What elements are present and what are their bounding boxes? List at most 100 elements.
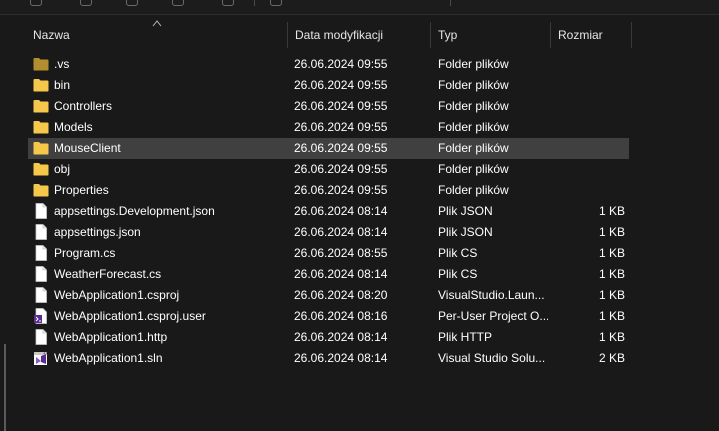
file-type: Folder plików	[438, 57, 509, 71]
file-icon	[33, 203, 49, 219]
toolbar-divider	[450, 0, 451, 6]
column-header-date-label: Data modyfikacji	[295, 28, 384, 42]
file-type: Visual Studio Solu...	[438, 351, 546, 365]
file-name: MouseClient	[54, 141, 121, 155]
file-name: Controllers	[54, 99, 113, 113]
file-row[interactable]: WebApplication1.csproj.user 26.06.2024 08…	[28, 306, 629, 327]
folder-icon	[33, 78, 49, 92]
rename-icon[interactable]	[222, 0, 234, 6]
file-row[interactable]: WebApplication1.csproj 26.06.2024 08:20 Vi…	[28, 285, 629, 306]
file-row[interactable]: appsettings.Development.json 26.06.2024 0…	[28, 201, 629, 222]
file-type: Plik CS	[438, 267, 478, 281]
file-name: Properties	[54, 183, 109, 197]
folder-icon	[33, 120, 49, 134]
file-icon	[33, 266, 49, 282]
file-icon	[33, 245, 49, 261]
file-date-modified: 26.06.2024 09:55	[294, 99, 388, 113]
command-bar	[0, 0, 719, 15]
column-header-size[interactable]: Rozmiar	[551, 22, 632, 48]
file-row[interactable]: appsettings.json 26.06.2024 08:14 Plik JSO…	[28, 222, 629, 243]
column-header-size-label: Rozmiar	[558, 28, 603, 42]
file-name: Program.cs	[54, 246, 116, 260]
file-date-modified: 26.06.2024 09:55	[294, 57, 388, 71]
cut-icon[interactable]	[80, 0, 92, 6]
file-icon	[33, 287, 49, 303]
file-size: 2 KB	[598, 351, 625, 365]
file-name: WebApplication1.sln	[54, 351, 163, 365]
file-row[interactable]: Properties 26.06.2024 09:55 Folder plików	[28, 180, 629, 201]
file-row[interactable]: Models 26.06.2024 09:55 Folder plików	[28, 117, 629, 138]
file-icon	[33, 329, 49, 345]
file-type: Plik CS	[438, 246, 478, 260]
folder-icon	[33, 99, 49, 113]
column-header-date[interactable]: Data modyfikacji	[288, 22, 431, 48]
navigation-pane-scrollbar[interactable]	[4, 344, 6, 431]
copy-icon[interactable]	[126, 0, 138, 6]
file-name: Models	[54, 120, 93, 134]
file-row[interactable]: WeatherForecast.cs 26.06.2024 08:14 Plik C…	[28, 264, 629, 285]
file-row[interactable]: MouseClient 26.06.2024 09:55 Folder plików	[28, 138, 629, 159]
file-type: Plik HTTP	[438, 330, 492, 344]
file-date-modified: 26.06.2024 09:55	[294, 141, 388, 155]
file-date-modified: 26.06.2024 08:14	[294, 351, 388, 365]
file-type: Per-User Project O...	[438, 309, 548, 323]
file-user-icon	[33, 308, 49, 324]
folder-icon	[33, 141, 49, 155]
file-type: Folder plików	[438, 78, 509, 92]
file-date-modified: 26.06.2024 09:55	[294, 78, 388, 92]
file-date-modified: 26.06.2024 09:55	[294, 120, 388, 134]
file-date-modified: 26.06.2024 09:55	[294, 162, 388, 176]
column-header-name-label: Nazwa	[33, 28, 70, 42]
new-item-icon[interactable]	[30, 0, 42, 6]
column-header-row: Nazwa Data modyfikacji Typ Rozmiar	[26, 20, 632, 48]
folder-dim-icon	[33, 57, 49, 71]
file-date-modified: 26.06.2024 08:16	[294, 309, 388, 323]
toolbar-divider	[254, 0, 255, 6]
file-date-modified: 26.06.2024 09:55	[294, 183, 388, 197]
file-type: VisualStudio.Laun...	[438, 288, 545, 302]
file-row[interactable]: Controllers 26.06.2024 09:55 Folder plików	[28, 96, 629, 117]
file-explorer-window: Nazwa Data modyfikacji Typ Rozmiar .vs 26…	[0, 0, 719, 431]
file-name: WebApplication1.csproj.user	[54, 309, 206, 323]
file-date-modified: 26.06.2024 08:14	[294, 267, 388, 281]
file-date-modified: 26.06.2024 08:14	[294, 225, 388, 239]
folder-icon	[33, 162, 49, 176]
file-row[interactable]: .vs 26.06.2024 09:55 Folder plików	[28, 54, 629, 75]
file-type: Folder plików	[438, 141, 509, 155]
file-date-modified: 26.06.2024 08:14	[294, 330, 388, 344]
file-size: 1 KB	[598, 288, 625, 302]
file-name: obj	[54, 162, 71, 176]
file-row[interactable]: Program.cs 26.06.2024 08:55 Plik CS 1 KB	[28, 243, 629, 264]
sort-icon[interactable]	[270, 0, 282, 6]
file-type: Folder plików	[438, 99, 509, 113]
file-type: Plik JSON	[438, 225, 493, 239]
file-size: 1 KB	[598, 204, 625, 218]
file-name: WebApplication1.http	[54, 330, 168, 344]
file-row[interactable]: obj 26.06.2024 09:55 Folder plików	[28, 159, 629, 180]
file-date-modified: 26.06.2024 08:20	[294, 288, 388, 302]
file-name: appsettings.json	[54, 225, 141, 239]
column-header-type[interactable]: Typ	[431, 22, 551, 48]
file-name: bin	[54, 78, 71, 92]
file-name: WebApplication1.csproj	[54, 288, 180, 302]
file-size: 1 KB	[598, 225, 625, 239]
file-type: Folder plików	[438, 183, 509, 197]
file-size: 1 KB	[598, 267, 625, 281]
paste-icon[interactable]	[172, 0, 184, 6]
file-row[interactable]: bin 26.06.2024 09:55 Folder plików	[28, 75, 629, 96]
column-header-name[interactable]: Nazwa	[26, 20, 288, 48]
file-row[interactable]: 17 WebApplication1.sln 26.06.2024 08:14 Vis…	[28, 348, 629, 369]
column-header-type-label: Typ	[438, 28, 458, 42]
file-icon	[33, 224, 49, 240]
file-size: 1 KB	[598, 330, 625, 344]
file-date-modified: 26.06.2024 08:14	[294, 204, 388, 218]
file-row[interactable]: WebApplication1.http 26.06.2024 08:14 Plik…	[28, 327, 629, 348]
file-name: WeatherForecast.cs	[54, 267, 162, 281]
file-size: 1 KB	[598, 246, 625, 260]
file-type: Folder plików	[438, 120, 509, 134]
file-size: 1 KB	[598, 309, 625, 323]
file-type: Folder plików	[438, 162, 509, 176]
vs-solution-icon: 17	[33, 350, 49, 365]
file-type: Plik JSON	[438, 204, 493, 218]
file-name: appsettings.Development.json	[54, 204, 215, 218]
